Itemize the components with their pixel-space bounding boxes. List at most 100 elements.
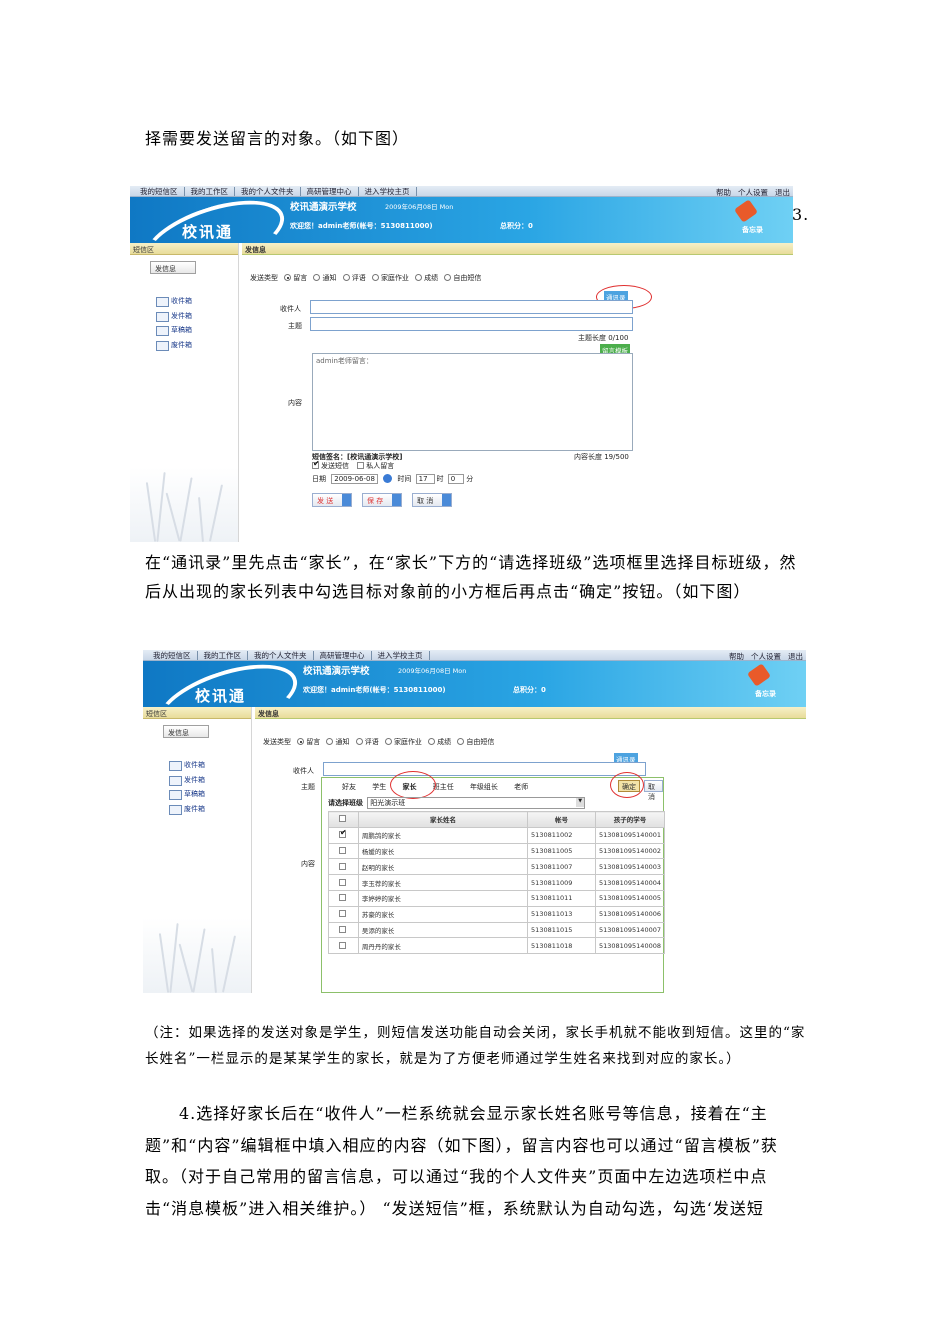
folder-drafts[interactable]: 草稿箱 xyxy=(144,325,192,340)
school-name-2: 校讯通演示学校 xyxy=(303,666,370,677)
private-checkbox[interactable] xyxy=(357,462,365,469)
subject-field[interactable] xyxy=(310,317,633,331)
recipient-field-2[interactable] xyxy=(323,762,646,776)
logo-text-2: 校讯通 xyxy=(195,687,247,705)
row-checkbox[interactable] xyxy=(338,941,346,949)
nav-school-home-2[interactable]: 进入学校主页 xyxy=(372,651,430,660)
radio-grades-label-2: 成绩 xyxy=(437,738,452,746)
parent-name-cell: 李玉荐的家长 xyxy=(357,874,529,891)
parent-name-cell: 李婷婷的家长 xyxy=(357,889,529,907)
radio-free-sms-2[interactable] xyxy=(457,738,465,745)
radio-message-2[interactable] xyxy=(297,738,305,745)
memo-label[interactable]: 备忘录 xyxy=(742,225,763,235)
nav-my-work-2[interactable]: 我的工作区 xyxy=(198,651,248,660)
subject-length: 主题长度 0/100 xyxy=(578,334,629,342)
radio-comment-2[interactable] xyxy=(355,738,363,745)
parent-name-cell: 吴添的家长 xyxy=(357,921,529,939)
student-id-cell: 513081095140001 xyxy=(594,826,666,844)
class-select[interactable]: 阳光演示班 ▼ xyxy=(367,797,586,809)
radio-free-sms-label-2: 自由短信 xyxy=(466,738,495,746)
top-nav: 我的短信区 我的工作区 我的个人文件夹 高研管理中心 进入学校主页 帮助 个人设… xyxy=(130,186,793,197)
subject-label: 主题 xyxy=(288,322,302,330)
row-checkbox[interactable] xyxy=(338,862,346,870)
calendar-icon[interactable] xyxy=(383,474,393,483)
folder-trash[interactable]: 废件箱 xyxy=(144,340,192,355)
col-parent-name: 家长姓名 xyxy=(357,811,529,828)
nav-my-work[interactable]: 我的工作区 xyxy=(185,187,235,196)
step-marker: 3. xyxy=(792,205,810,224)
radio-notice[interactable] xyxy=(313,274,321,281)
radio-message-label-2: 留言 xyxy=(306,738,321,746)
send-button[interactable]: 发 送 xyxy=(312,493,352,507)
tab-teachers[interactable]: 老师 xyxy=(514,783,528,791)
date-field[interactable]: 2009-06-08 xyxy=(331,474,378,484)
nav-my-folder[interactable]: 我的个人文件夹 xyxy=(235,187,301,196)
row-checkbox[interactable] xyxy=(338,828,347,839)
tab-students[interactable]: 学生 xyxy=(372,783,386,791)
tab-grade-leaders[interactable]: 年级组长 xyxy=(470,783,498,791)
nav-admin-center-2[interactable]: 高研管理中心 xyxy=(314,651,372,660)
table-row[interactable]: 李婷婷的家长 5130811011 513081095140005 xyxy=(328,889,666,907)
table-row[interactable]: 吴添的家长 5130811015 513081095140007 xyxy=(328,921,666,939)
radio-notice-label-2: 通知 xyxy=(335,738,350,746)
row-checkbox[interactable] xyxy=(338,878,346,886)
send-type-label-2: 发送类型 xyxy=(263,738,291,746)
radio-notice-2[interactable] xyxy=(326,738,334,745)
cancel-button[interactable]: 取 消 xyxy=(412,493,452,507)
compose-button[interactable]: 发信息 xyxy=(150,261,196,274)
minute-select[interactable]: 0 xyxy=(447,474,465,484)
row-checkbox[interactable] xyxy=(338,894,346,902)
nav-my-sms-2[interactable]: 我的短信区 xyxy=(147,651,198,660)
folder-sent-2[interactable]: 发件箱 xyxy=(157,775,205,790)
table-row[interactable]: 周丹丹的家长 5130811018 513081095140008 xyxy=(328,937,666,955)
welcome-text: 欢迎您！admin老师(帐号：5130811000) xyxy=(290,222,433,230)
memo-icon-2[interactable] xyxy=(747,663,771,687)
row-checkbox[interactable] xyxy=(338,846,346,854)
memo-icon[interactable] xyxy=(734,199,758,223)
radio-grades-2[interactable] xyxy=(428,738,436,745)
date-row: 日期 2009-06-08 时间 17 时 0分 xyxy=(312,474,473,484)
send-sms-checkbox[interactable] xyxy=(312,459,320,469)
folder-inbox[interactable]: 收件箱 xyxy=(144,296,192,311)
nav-my-folder-2[interactable]: 我的个人文件夹 xyxy=(248,651,314,660)
select-all-checkbox[interactable] xyxy=(338,815,346,823)
save-button[interactable]: 保 存 xyxy=(362,493,402,507)
student-id-cell: 513081095140003 xyxy=(594,858,666,876)
radio-grades[interactable] xyxy=(415,274,423,281)
table-row[interactable]: 周鹏鸽的家长5130811002513081095140001 xyxy=(328,826,666,844)
table-row[interactable]: 李玉荐的家长 5130811009 513081095140004 xyxy=(328,874,666,891)
recipient-field[interactable] xyxy=(310,300,633,314)
radio-homework-2[interactable] xyxy=(384,738,392,745)
content-field[interactable]: admin老师留言： xyxy=(312,353,633,451)
nav-my-sms[interactable]: 我的短信区 xyxy=(134,187,185,196)
memo-label-2[interactable]: 备忘录 xyxy=(755,689,776,699)
nav-school-home[interactable]: 进入学校主页 xyxy=(359,187,417,196)
student-id-cell: 513081095140005 xyxy=(594,889,666,907)
sidebar-divider-2 xyxy=(251,707,252,993)
row-checkbox[interactable] xyxy=(338,910,346,918)
parent-name-cell: 周丹丹的家长 xyxy=(357,937,529,955)
folder-inbox-2[interactable]: 收件箱 xyxy=(157,760,205,775)
paragraph-intro: 择需要发送留言的对象。（如下图） xyxy=(145,129,410,148)
sidebar-divider xyxy=(238,243,239,542)
folder-drafts-2[interactable]: 草稿箱 xyxy=(157,789,205,804)
radio-homework-label: 家庭作业 xyxy=(380,274,409,282)
picker-cancel-button[interactable]: 取消 xyxy=(644,780,663,801)
table-row[interactable]: 杨媛的家长 5130811005 513081095140002 xyxy=(328,842,666,860)
folder-trash-2[interactable]: 废件箱 xyxy=(157,804,205,819)
radio-homework[interactable] xyxy=(371,274,379,281)
table-row[interactable]: 赵明的家长 5130811007 513081095140003 xyxy=(328,858,666,876)
hour-select[interactable]: 17 xyxy=(415,474,435,484)
row-checkbox[interactable] xyxy=(338,925,346,933)
compose-button-2[interactable]: 发信息 xyxy=(163,725,209,738)
radio-free-sms[interactable] xyxy=(444,274,452,281)
radio-message[interactable] xyxy=(284,274,292,281)
highlight-circle-parents xyxy=(390,771,436,799)
tab-friends[interactable]: 好友 xyxy=(342,783,356,791)
content-label: 内容 xyxy=(288,399,302,407)
nav-admin-center[interactable]: 高研管理中心 xyxy=(301,187,359,196)
radio-comment[interactable] xyxy=(342,274,350,281)
folder-sent[interactable]: 发件箱 xyxy=(144,311,192,326)
date-label: 日期 xyxy=(312,475,326,483)
table-row[interactable]: 苏豪的家长 5130811013 513081095140006 xyxy=(328,905,666,923)
